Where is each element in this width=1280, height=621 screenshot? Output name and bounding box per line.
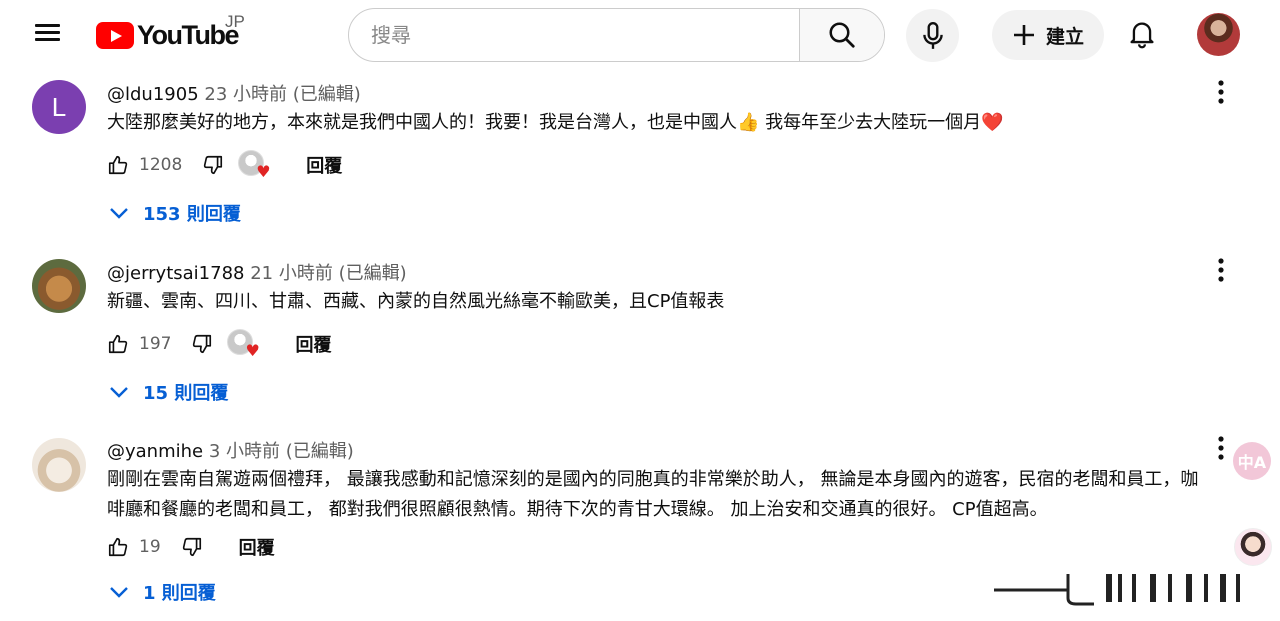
play-logo-icon: [96, 21, 134, 49]
dislike-button[interactable]: [181, 536, 203, 558]
like-button[interactable]: [107, 536, 129, 558]
translate-button[interactable]: 中A: [1233, 442, 1271, 480]
notifications-button[interactable]: [1120, 12, 1164, 56]
dislike-button[interactable]: [202, 154, 224, 176]
replies-count-label: 15 則回覆: [143, 383, 229, 404]
creator-heart-badge: ♥: [227, 329, 261, 359]
comment-menu-button[interactable]: [1207, 430, 1235, 466]
create-label: 建立: [1045, 25, 1084, 48]
avatar[interactable]: [32, 259, 86, 313]
chevron-down-icon: [110, 387, 128, 398]
thumbs-up-icon: [108, 537, 128, 557]
reply-button[interactable]: 回覆: [306, 152, 342, 178]
avatar[interactable]: L: [32, 80, 86, 134]
thumbs-down-icon: [193, 334, 212, 354]
comment-action-bar: 197 ♥ 回覆: [107, 327, 331, 361]
more-vert-icon: [1218, 80, 1224, 104]
comment-action-bar: 19 回覆: [107, 530, 275, 564]
comment-menu-button[interactable]: [1207, 252, 1235, 288]
chevron-down-icon: [110, 587, 128, 598]
comment-header: @jerrytsai1788 21 小時前 (已編輯): [107, 259, 407, 285]
dislike-button[interactable]: [191, 333, 213, 355]
comment-header: @yanmihe 3 小時前 (已編輯): [107, 437, 354, 463]
comment-text-tail: 我每年至少去大陸玩一個月: [759, 112, 982, 133]
like-count: 197: [139, 334, 172, 354]
comment-author[interactable]: @ldu1905: [107, 84, 199, 105]
bell-icon: [1130, 22, 1154, 49]
comment-author[interactable]: @yanmihe: [107, 441, 203, 462]
search-input[interactable]: [349, 9, 799, 61]
masthead: YouTube JP 建立: [0, 0, 1280, 70]
reply-button[interactable]: 回覆: [295, 331, 331, 357]
thumbs-down-icon: [204, 155, 223, 175]
view-replies-button[interactable]: 1 則回覆: [107, 579, 216, 605]
comment-menu-button[interactable]: [1207, 74, 1235, 110]
comment-action-bar: 1208 ♥ 回覆: [107, 148, 342, 182]
thumbs-up-icon: [108, 334, 128, 354]
comment-header: @ldu1905 23 小時前 (已編輯): [107, 80, 361, 106]
comment-text: 大陸那麼美好的地方，本來就是我們中國人的！我要！我是台灣人，也是中國人👍 我每年…: [107, 108, 1242, 138]
voice-search-button[interactable]: [906, 9, 959, 62]
heart-icon: ♥: [256, 162, 271, 181]
comment-timestamp[interactable]: 21 小時前 (已編輯): [250, 263, 406, 284]
thumbs-up-icon: [108, 155, 128, 175]
comment-text: 剛剛在雲南自駕遊兩個禮拜， 最讓我感動和記憶深刻的是國內的同胞真的非常樂於助人，…: [107, 465, 1239, 525]
comment-text-line: 剛剛在雲南自駕遊兩個禮拜， 最讓我感動和記憶深刻的是國內的同胞真的非常樂於助人，…: [107, 469, 1199, 490]
comment-author[interactable]: @jerrytsai1788: [107, 263, 245, 284]
search-button[interactable]: [799, 9, 884, 61]
like-count: 19: [139, 537, 161, 557]
chevron-down-icon: [110, 208, 128, 219]
thumbs-up-emoji: 👍: [737, 112, 760, 133]
avatar[interactable]: [32, 438, 86, 492]
more-vert-icon: [1218, 436, 1224, 460]
replies-count-label: 1 則回覆: [143, 583, 216, 604]
account-avatar[interactable]: [1197, 13, 1240, 56]
create-button[interactable]: 建立: [992, 10, 1104, 60]
thumbs-down-icon: [182, 537, 201, 557]
comment-text-main: 大陸那麼美好的地方，本來就是我們中國人的！我要！我是台灣人，也是中國人: [107, 112, 737, 133]
logo-text: YouTube: [137, 19, 239, 50]
comment-timestamp[interactable]: 3 小時前 (已編輯): [209, 441, 354, 462]
comment-text-line: 啡廳和餐廳的老闆和員工， 都對我們很照顧很熱情。期待下次的青甘大環線。 加上治安…: [107, 499, 1048, 520]
reply-button[interactable]: 回覆: [239, 534, 275, 560]
creator-heart-badge: ♥: [238, 150, 272, 180]
like-button[interactable]: [107, 154, 129, 176]
replies-count-label: 153 則回覆: [143, 204, 241, 225]
plus-icon: [1013, 25, 1034, 45]
microphone-icon: [922, 21, 943, 49]
assistant-avatar[interactable]: [1234, 528, 1272, 566]
comment-text: 新疆、雲南、四川、甘肅、西藏、內蒙的自然風光絲毫不輸歐美，且CP值報表: [107, 291, 725, 312]
search-icon: [829, 22, 855, 48]
comment-timestamp[interactable]: 23 小時前 (已編輯): [204, 84, 360, 105]
watermark-logo: [994, 574, 1240, 606]
heart-icon: ♥: [245, 341, 260, 360]
like-count: 1208: [139, 155, 183, 175]
more-vert-icon: [1218, 258, 1224, 282]
youtube-logo[interactable]: YouTube JP: [96, 12, 245, 53]
like-button[interactable]: [107, 333, 129, 355]
menu-icon[interactable]: [30, 20, 66, 50]
translate-label: 中A: [1237, 453, 1267, 472]
view-replies-button[interactable]: 15 則回覆: [107, 379, 228, 405]
view-replies-button[interactable]: 153 則回覆: [107, 200, 241, 226]
logo-country-code: JP: [225, 12, 245, 31]
search-box: [348, 8, 885, 62]
heart-emoji: ❤️: [981, 112, 1004, 133]
